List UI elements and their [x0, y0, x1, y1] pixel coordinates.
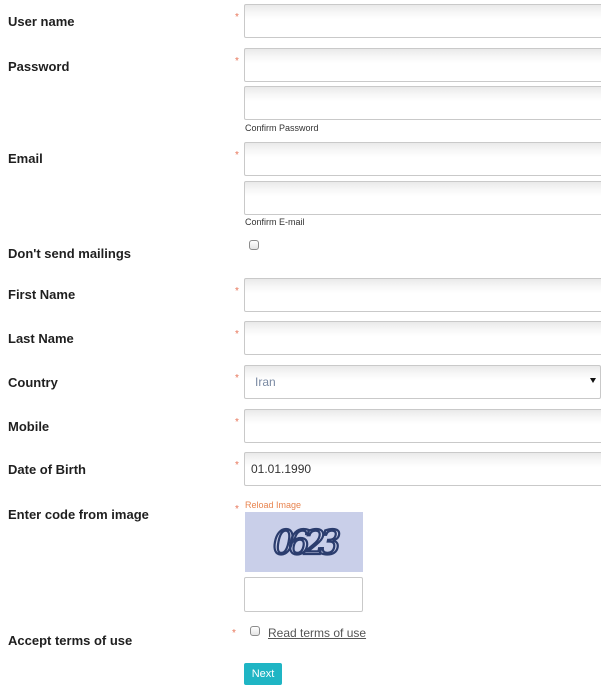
confirm-password-input[interactable]: [244, 86, 601, 120]
password-label: Password: [8, 59, 70, 74]
read-terms-link[interactable]: Read terms of use: [268, 626, 366, 640]
dob-input[interactable]: 01.01.1990: [244, 452, 601, 486]
country-selected-value: Iran: [255, 375, 276, 389]
captcha-input[interactable]: [244, 577, 363, 612]
first-name-required-mark: *: [235, 286, 239, 297]
captcha-glyphs: 0623: [272, 522, 347, 564]
next-button[interactable]: Next: [244, 663, 282, 685]
chevron-down-icon: [590, 378, 596, 383]
country-required-mark: *: [235, 373, 239, 384]
email-input[interactable]: [244, 142, 601, 176]
dob-label: Date of Birth: [8, 462, 86, 477]
dob-required-mark: *: [235, 460, 239, 471]
username-required-mark: *: [235, 12, 239, 23]
last-name-input[interactable]: [244, 321, 601, 355]
confirm-password-hint: Confirm Password: [245, 123, 319, 133]
captcha-image: 0623: [245, 512, 363, 572]
country-select[interactable]: Iran: [244, 365, 601, 399]
first-name-input[interactable]: [244, 278, 601, 312]
mobile-required-mark: *: [235, 417, 239, 428]
username-label: User name: [8, 14, 75, 29]
last-name-required-mark: *: [235, 329, 239, 340]
no-mailings-label: Don't send mailings: [8, 246, 131, 261]
confirm-email-input[interactable]: [244, 181, 601, 215]
terms-label: Accept terms of use: [8, 633, 133, 648]
password-input[interactable]: [244, 48, 601, 82]
terms-required-mark: *: [232, 628, 236, 639]
captcha-text: 0623: [273, 523, 340, 563]
mobile-label: Mobile: [8, 419, 50, 434]
password-required-mark: *: [235, 56, 239, 67]
first-name-label: First Name: [8, 287, 76, 302]
email-label: Email: [8, 151, 43, 166]
no-mailings-checkbox[interactable]: [249, 240, 259, 250]
captcha-label: Enter code from image: [8, 507, 149, 522]
terms-checkbox[interactable]: [250, 626, 260, 636]
mobile-input[interactable]: [244, 409, 601, 443]
username-input[interactable]: [244, 4, 601, 38]
country-label: Country: [8, 375, 58, 390]
confirm-email-hint: Confirm E-mail: [245, 217, 305, 227]
email-required-mark: *: [235, 150, 239, 161]
captcha-required-mark: *: [235, 504, 239, 515]
last-name-label: Last Name: [8, 331, 74, 346]
reload-image-link[interactable]: Reload Image: [245, 500, 301, 511]
